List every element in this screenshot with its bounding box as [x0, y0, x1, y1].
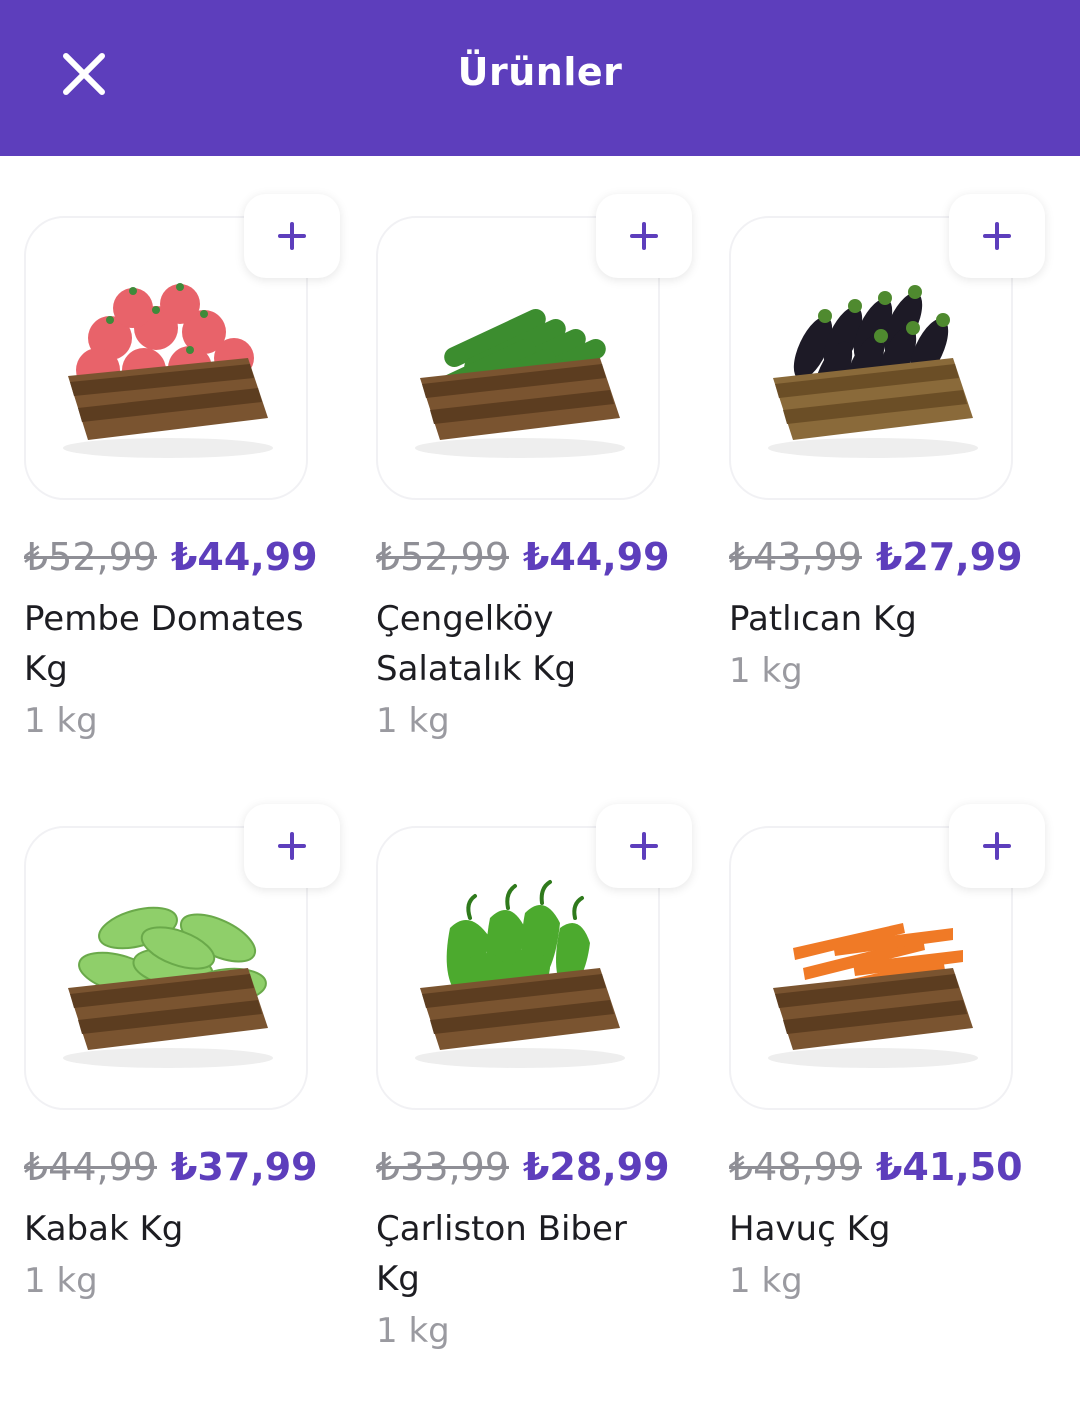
peppers-crate-image — [415, 880, 625, 1068]
current-price: ₺41,50 — [875, 1145, 1023, 1189]
current-price: ₺37,99 — [170, 1145, 318, 1189]
product-name-block[interactable]: Patlıcan Kg 1 kg — [729, 594, 1029, 696]
product-name[interactable]: Kabak Kg — [24, 1209, 183, 1249]
plus-icon — [983, 832, 1011, 860]
zucchini-crate-image — [63, 906, 273, 1068]
product-unit: 1 kg — [24, 1261, 98, 1301]
old-price: ₺33,99 — [376, 1145, 509, 1189]
product-name-block[interactable]: Çengelköy Salatalık Kg 1 kg — [376, 594, 676, 746]
old-price: ₺52,99 — [376, 535, 509, 579]
plus-icon — [630, 832, 658, 860]
product-name[interactable]: Havuç Kg — [729, 1209, 890, 1249]
price-row: ₺52,99 ₺44,99 — [24, 534, 318, 580]
old-price: ₺44,99 — [24, 1145, 157, 1189]
cucumbers-crate-image — [415, 308, 625, 458]
product-unit: 1 kg — [24, 701, 98, 741]
current-price: ₺28,99 — [522, 1145, 670, 1189]
add-to-cart-button[interactable] — [244, 804, 340, 888]
add-to-cart-button[interactable] — [596, 804, 692, 888]
price-row: ₺44,99 ₺37,99 — [24, 1144, 318, 1190]
add-to-cart-button[interactable] — [949, 194, 1045, 278]
current-price: ₺27,99 — [875, 535, 1023, 579]
price-row: ₺52,99 ₺44,99 — [376, 534, 670, 580]
eggplants-crate-image — [768, 285, 978, 458]
price-row: ₺33,99 ₺28,99 — [376, 1144, 670, 1190]
old-price: ₺48,99 — [729, 1145, 862, 1189]
current-price: ₺44,99 — [522, 535, 670, 579]
product-name[interactable]: Pembe Domates Kg — [24, 599, 304, 689]
price-row: ₺48,99 ₺41,50 — [729, 1144, 1023, 1190]
product-name[interactable]: Patlıcan Kg — [729, 599, 917, 639]
product-name-block[interactable]: Havuç Kg 1 kg — [729, 1204, 1029, 1306]
product-name[interactable]: Çengelköy Salatalık Kg — [376, 599, 576, 689]
add-to-cart-button[interactable] — [596, 194, 692, 278]
add-to-cart-button[interactable] — [244, 194, 340, 278]
plus-icon — [278, 832, 306, 860]
product-name[interactable]: Çarliston Biber Kg — [376, 1209, 627, 1299]
product-name-block[interactable]: Çarliston Biber Kg 1 kg — [376, 1204, 676, 1356]
page-title: Ürünler — [457, 50, 623, 94]
add-to-cart-button[interactable] — [949, 804, 1045, 888]
old-price: ₺43,99 — [729, 535, 862, 579]
plus-icon — [278, 222, 306, 250]
product-name-block[interactable]: Pembe Domates Kg 1 kg — [24, 594, 324, 746]
price-row: ₺43,99 ₺27,99 — [729, 534, 1023, 580]
old-price: ₺52,99 — [24, 535, 157, 579]
product-unit: 1 kg — [729, 1261, 803, 1301]
product-name-block[interactable]: Kabak Kg 1 kg — [24, 1204, 324, 1306]
top-bar: Ürünler — [0, 0, 1080, 156]
product-unit: 1 kg — [376, 701, 450, 741]
product-unit: 1 kg — [376, 1311, 450, 1351]
plus-icon — [630, 222, 658, 250]
tomatoes-crate-image — [63, 283, 273, 458]
plus-icon — [983, 222, 1011, 250]
current-price: ₺44,99 — [170, 535, 318, 579]
product-unit: 1 kg — [729, 651, 803, 691]
carrots-crate-image — [768, 923, 978, 1068]
